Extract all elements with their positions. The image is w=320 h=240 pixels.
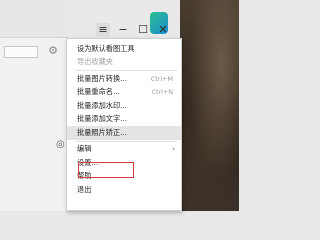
maximize-icon[interactable]: ☐ <box>136 23 150 37</box>
menu-item-export-favorites: 导出收藏夹 <box>67 56 181 70</box>
minimize-icon[interactable]: − <box>116 23 130 37</box>
menu-item-help[interactable]: 帮助 <box>67 170 181 184</box>
app-left-pane: ⚙ ◎ <box>0 0 68 211</box>
menu-item-batch-watermark[interactable]: 批量添加水印... <box>67 99 181 113</box>
window-titlebar: ≡ − ☐ ✕ <box>72 22 174 38</box>
menu-item-shortcut: Ctrl+N <box>151 88 173 97</box>
menu-item-set-default-viewer[interactable]: 设为默认看图工具 <box>67 42 181 56</box>
menu-item-batch-rename[interactable]: 批量重命名... Ctrl+N <box>67 86 181 100</box>
menu-item-exit[interactable]: 退出 <box>67 183 181 197</box>
menu-separator <box>75 140 177 142</box>
menu-item-label: 批量添加水印... <box>77 100 127 110</box>
menu-item-batch-convert[interactable]: 批量图片转换... Ctrl+M <box>67 72 181 86</box>
menu-item-edit[interactable]: 编辑 › <box>67 143 181 157</box>
menu-item-settings[interactable]: 设置... <box>67 156 181 170</box>
menu-item-batch-add-text[interactable]: 批量添加文字... <box>67 113 181 127</box>
gear-icon[interactable]: ⚙ <box>47 45 59 57</box>
menu-separator <box>75 70 177 71</box>
menu-item-label: 导出收藏夹 <box>77 57 113 67</box>
menu-item-label: 设为默认看图工具 <box>77 43 135 53</box>
main-dropdown-menu: 设为默认看图工具 导出收藏夹 批量图片转换... Ctrl+M 批量重命名...… <box>66 38 182 211</box>
menu-item-label: 批量图片转换... <box>77 73 127 83</box>
menu-item-label: 退出 <box>77 184 92 194</box>
menu-item-shortcut: Ctrl+M <box>150 74 173 83</box>
menu-item-label: 设置... <box>77 157 99 167</box>
left-search-field[interactable] <box>4 46 38 58</box>
close-icon[interactable]: ✕ <box>156 23 170 37</box>
main-menu-icon[interactable]: ≡ <box>96 23 110 37</box>
menu-item-label: 批量添加文字... <box>77 114 127 124</box>
app-topbar <box>0 0 68 38</box>
menu-item-label: 帮助 <box>77 171 92 181</box>
chevron-right-icon: › <box>172 145 175 154</box>
menu-item-batch-photo-correct[interactable]: 批量照片矫正... <box>67 126 181 140</box>
bookmark-icon[interactable]: ◎ <box>56 140 66 150</box>
menu-item-label: 批量重命名... <box>77 87 120 97</box>
menu-item-label: 批量照片矫正... <box>77 127 127 137</box>
photo-background <box>180 0 239 211</box>
menu-item-label: 编辑 <box>77 144 92 154</box>
